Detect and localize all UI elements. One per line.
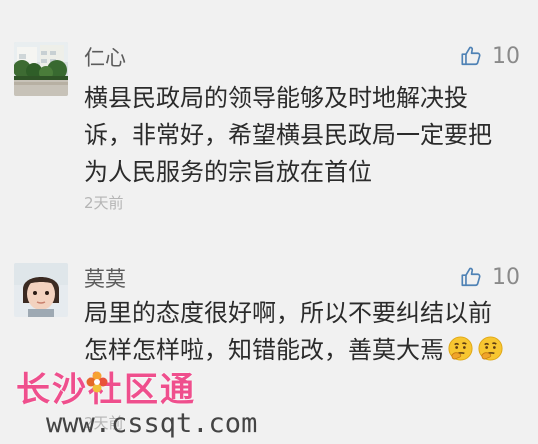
comment-timestamp: 2天前 xyxy=(84,194,124,212)
like-button[interactable]: 10 xyxy=(460,262,520,292)
thumbs-up-icon xyxy=(460,266,482,288)
watermark-url: www.cssqt.com xyxy=(46,408,258,439)
commenter-name[interactable]: 仁心 xyxy=(84,42,126,72)
thinking-face-icon xyxy=(448,336,473,361)
commenter-name[interactable]: 莫莫 xyxy=(84,263,126,293)
flower-logo-icon xyxy=(86,371,108,393)
comment-line: 局里的态度很好啊，所以不要纠结以前 xyxy=(84,299,492,327)
comment-text: 横县民政局的领导能够及时地解决投 诉，非常好，希望横县民政局一定要把 为人民服务… xyxy=(84,80,524,191)
like-count: 10 xyxy=(492,43,520,69)
like-button[interactable]: 10 xyxy=(460,41,520,71)
site-watermark: 长沙社区通 www.cssqt.com xyxy=(16,362,257,444)
comment-line: 为人民服务的宗旨放在首位 xyxy=(84,158,372,186)
thumbs-up-icon xyxy=(460,45,482,67)
comment-text: 局里的态度很好啊，所以不要纠结以前 怎样怎样啦，知错能改，善莫大焉 xyxy=(84,295,524,369)
thinking-face-icon xyxy=(478,336,503,361)
avatar[interactable] xyxy=(14,263,68,317)
like-count: 10 xyxy=(492,264,520,290)
comment-item: 仁心 10 横县民政局的领导能够及时地解决投 诉，非常好，希望横县民政局一定要把… xyxy=(0,0,538,234)
comment-line: 横县民政局的领导能够及时地解决投 xyxy=(84,84,468,112)
avatar[interactable] xyxy=(14,42,68,96)
comment-line-text: 怎样怎样啦，知错能改，善莫大焉 xyxy=(84,336,444,364)
comment-line: 诉，非常好，希望横县民政局一定要把 xyxy=(84,121,492,149)
